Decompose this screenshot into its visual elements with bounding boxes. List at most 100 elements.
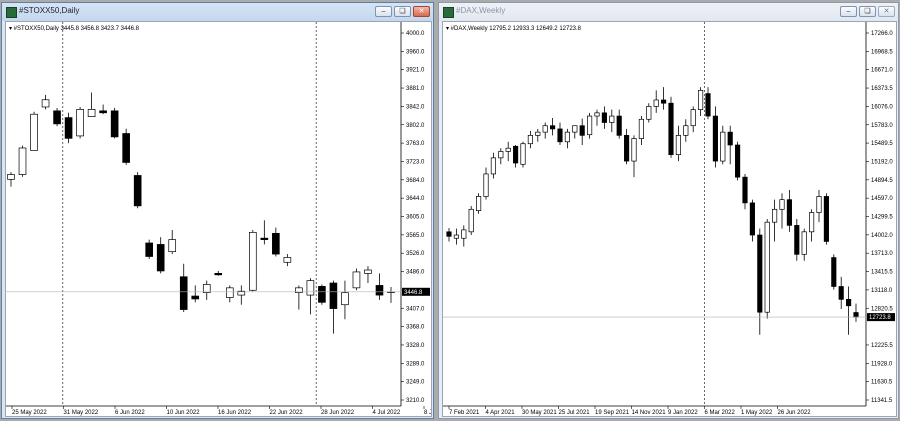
- bearish-candle: [179, 276, 188, 310]
- bearish-candle: [133, 175, 142, 207]
- bearish-candle: [260, 237, 269, 240]
- bullish-candle: [249, 232, 257, 291]
- price-tick-label: 13118.0: [871, 288, 893, 294]
- price-tick-label: 3210.0: [406, 398, 425, 404]
- bearish-candle: [375, 285, 384, 296]
- bearish-candle: [616, 115, 622, 136]
- bullish-candle: [646, 106, 652, 120]
- time-tick-label: 6 Jun 2022: [115, 410, 145, 416]
- price-tick-label: 3723.0: [406, 159, 425, 165]
- bearish-candle: [513, 145, 519, 164]
- time-tick-label: 16 Jun 2022: [218, 410, 252, 416]
- close-button[interactable]: ✕: [413, 6, 430, 17]
- time-tick-label: 25 Jul 2021: [559, 410, 591, 416]
- time-tick-label: 6 Mar 2022: [705, 410, 736, 416]
- bearish-candle: [735, 144, 741, 178]
- window-titlebar[interactable]: #STOXX50,Daily – ❏ ✕: [2, 3, 433, 21]
- bullish-candle: [675, 135, 681, 155]
- minimize-button[interactable]: –: [375, 6, 392, 17]
- bullish-candle: [352, 271, 361, 289]
- chart-canvas[interactable]: 17266.0 16968.5 16671.0 16373.5 16076.0 15783…: [443, 22, 896, 416]
- bullish-candle: [527, 135, 533, 145]
- chart-canvas[interactable]: 4000.0 3960.0 3921.0 3881.0 3842.0 3802.0 3763…: [6, 22, 431, 416]
- price-tick-label: 3802.0: [406, 123, 425, 129]
- bearish-candle: [550, 125, 556, 130]
- price-tick-label: 3684.0: [406, 178, 425, 184]
- time-tick-label: 22 Jun 2022: [270, 410, 304, 416]
- bearish-candle: [823, 196, 829, 242]
- bullish-candle: [587, 115, 593, 136]
- bearish-candle: [272, 232, 280, 255]
- price-tick-label: 3407.0: [406, 306, 425, 312]
- bearish-candle: [156, 244, 165, 272]
- bullish-candle: [564, 131, 570, 143]
- price-tick-label: 3644.0: [406, 196, 425, 202]
- bearish-candle: [712, 115, 718, 162]
- bullish-candle: [283, 257, 292, 263]
- bullish-candle: [520, 143, 526, 165]
- price-tick-label: 14894.5: [871, 178, 893, 184]
- bullish-candle: [76, 109, 84, 137]
- restore-button[interactable]: ❏: [859, 6, 876, 17]
- bullish-candle: [772, 208, 778, 223]
- time-tick-label: 28 Jun 2022: [321, 410, 355, 416]
- bullish-candle: [364, 269, 372, 274]
- bearish-candle: [110, 110, 119, 138]
- bearish-candle: [64, 117, 73, 139]
- price-tick-label: 16968.5: [871, 49, 893, 55]
- bullish-candle: [720, 131, 726, 162]
- bullish-candle: [653, 99, 659, 107]
- dax-chart-window[interactable]: #DAX,Weekly – ❏ ✕ 17266.0 16968.5 16671.0 1…: [438, 2, 899, 419]
- time-tick-label: 4 Apr 2021: [486, 410, 516, 416]
- time-tick-label: 25 May 2022: [12, 410, 47, 416]
- bearish-candle: [742, 176, 748, 204]
- price-tick-label: 12225.5: [871, 343, 893, 349]
- time-tick-label: 4 Jul 2022: [373, 410, 401, 416]
- bullish-candle: [779, 199, 785, 210]
- time-tick-label: 9 Jan 2022: [668, 410, 698, 416]
- bearish-candle: [853, 312, 859, 318]
- minimize-button[interactable]: –: [840, 6, 857, 17]
- time-tick-label: 14 Nov 2021: [632, 410, 667, 416]
- bearish-candle: [557, 128, 563, 143]
- price-tick-label: 3565.0: [406, 233, 425, 239]
- price-tick-label: 3763.0: [406, 141, 425, 147]
- candlestick-chart[interactable]: 4000.0 3960.0 3921.0 3881.0 3842.0 3802.0 3763…: [5, 21, 432, 417]
- bullish-candle: [202, 284, 211, 294]
- window-title: #DAX,Weekly: [456, 6, 506, 15]
- price-tick-label: 11630.5: [871, 380, 893, 386]
- bullish-candle: [594, 112, 600, 117]
- bullish-candle: [41, 99, 50, 108]
- time-tick-label: 31 May 2022: [64, 410, 99, 416]
- bearish-candle: [757, 234, 763, 313]
- current-price-label: 3446.8: [404, 290, 423, 296]
- candlestick-chart[interactable]: 17266.0 16968.5 16671.0 16373.5 16076.0 15783…: [442, 21, 897, 417]
- bearish-candle: [318, 286, 326, 303]
- chart-header: ▾ #DAX,Weekly 12795.2 12933.3 12649.2 12…: [446, 26, 582, 32]
- price-tick-label: 12820.5: [871, 306, 893, 312]
- stoxx50-chart-window[interactable]: #STOXX50,Daily – ❏ ✕ 4000.0 3960.0 3921.0 3…: [1, 2, 434, 419]
- bearish-candle: [831, 257, 837, 287]
- bearish-candle: [446, 231, 452, 237]
- time-tick-label: 7 Feb 2021: [449, 410, 480, 416]
- bullish-candle: [7, 174, 15, 180]
- bullish-candle: [816, 196, 822, 213]
- bearish-candle: [846, 298, 852, 307]
- bullish-candle: [698, 89, 704, 110]
- price-tick-label: 16373.5: [871, 86, 893, 92]
- price-tick-label: 3526.0: [406, 251, 425, 257]
- bullish-candle: [468, 208, 474, 233]
- bullish-candle: [341, 292, 349, 306]
- price-tick-label: 14299.5: [871, 215, 893, 221]
- close-button[interactable]: ✕: [878, 6, 895, 17]
- restore-button[interactable]: ❏: [394, 6, 411, 17]
- bullish-candle: [801, 231, 807, 255]
- time-tick-label: 26 Jun 2022: [778, 410, 812, 416]
- window-titlebar[interactable]: #DAX,Weekly – ❏ ✕: [439, 3, 898, 21]
- bullish-candle: [461, 229, 467, 239]
- price-tick-label: 3486.0: [406, 270, 425, 276]
- bullish-candle: [168, 239, 177, 253]
- chart-window-icon: [443, 7, 454, 18]
- bearish-candle: [661, 99, 667, 104]
- bearish-candle: [601, 112, 607, 123]
